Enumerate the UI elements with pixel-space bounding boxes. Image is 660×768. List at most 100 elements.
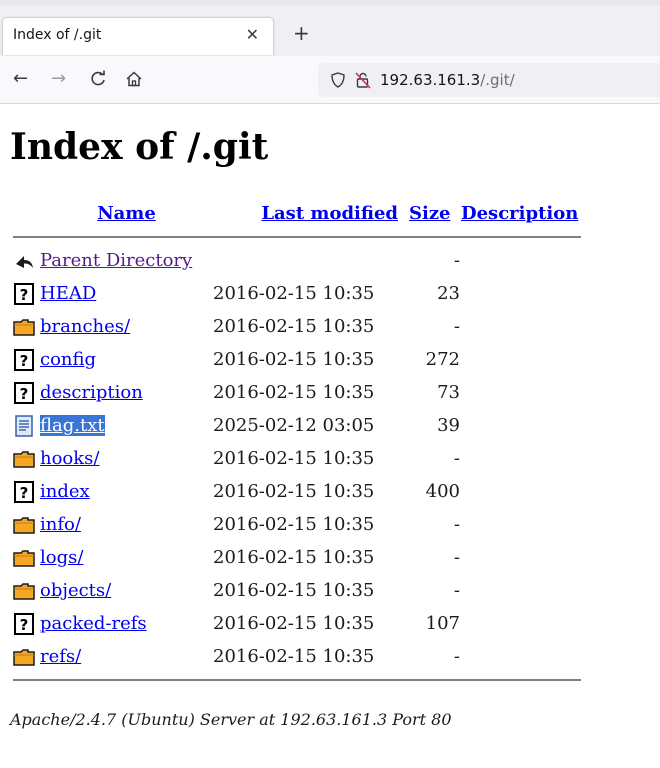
parent-directory-row: Parent Directory - [10, 244, 591, 277]
date-cell: 2016-02-15 10:35 [213, 316, 375, 337]
date-cell: 2016-02-15 10:35 [213, 349, 375, 370]
name-cell: index [40, 475, 213, 508]
tab-index-of-git[interactable]: Index of /.git ✕ [2, 17, 274, 55]
date-cell: 2016-02-15 10:35 [213, 580, 375, 601]
tab-title: Index of /.git [13, 27, 102, 43]
svg-text:?: ? [20, 385, 29, 403]
sort-by-size-link[interactable]: Size [409, 203, 451, 224]
date-cell: 2016-02-15 10:35 [213, 382, 375, 403]
directory-listing: Name Last modified Size Description Pare… [10, 196, 591, 687]
shield-icon[interactable] [330, 72, 346, 88]
folder-icon [13, 514, 35, 536]
icon-cell [10, 541, 40, 574]
icon-cell: ? [10, 475, 40, 508]
description-cell [461, 376, 591, 409]
icon-cell [10, 508, 40, 541]
size-header: Size [405, 196, 461, 230]
parent-directory-link[interactable]: Parent Directory [40, 250, 192, 271]
table-row: ? packed-refs 2016-02-15 10:35 107 [10, 607, 591, 640]
server-signature: Apache/2.4.7 (Ubuntu) Server at 192.63.1… [10, 710, 452, 729]
description-cell [461, 343, 591, 376]
file-link[interactable]: branches/ [40, 316, 130, 337]
sort-by-name-link[interactable]: Name [97, 203, 156, 224]
size-cell: - [453, 316, 460, 337]
name-cell: hooks/ [40, 442, 213, 475]
name-cell: branches/ [40, 310, 213, 343]
file-link[interactable]: config [40, 349, 96, 370]
svg-text:?: ? [20, 286, 29, 304]
svg-text:?: ? [20, 352, 29, 370]
icon-cell: ? [10, 343, 40, 376]
date-cell: 2016-02-15 10:35 [213, 283, 375, 304]
file-link[interactable]: info/ [40, 514, 81, 535]
arrow-left-icon[interactable]: ← [13, 67, 28, 91]
table-row: hooks/2016-02-15 10:35 - [10, 442, 591, 475]
tab-bar: Index of /.git ✕ + [0, 6, 660, 56]
name-cell: description [40, 376, 213, 409]
text-file-icon [13, 414, 35, 437]
listing-table: Name Last modified Size Description Pare… [10, 196, 591, 687]
icon-cell: ? [10, 607, 40, 640]
description-cell [461, 442, 591, 475]
url-text[interactable]: 192.63.161.3/.git/ [380, 71, 515, 89]
size-cell: 23 [437, 283, 460, 304]
folder-icon [13, 580, 35, 602]
file-link[interactable]: description [40, 382, 143, 403]
table-row: branches/2016-02-15 10:35 - [10, 310, 591, 343]
file-link[interactable]: HEAD [40, 283, 96, 304]
size-cell: 272 [425, 349, 460, 370]
size-cell: - [453, 547, 460, 568]
sort-by-modified-link[interactable]: Last modified [261, 203, 398, 224]
file-link[interactable]: packed-refs [40, 613, 147, 634]
file-link[interactable]: hooks/ [40, 448, 99, 469]
description-cell [461, 607, 591, 640]
size-cell: - [453, 580, 460, 601]
header-row: Name Last modified Size Description [10, 196, 591, 230]
date-cell: 2016-02-15 10:35 [213, 481, 375, 502]
icon-cell: ? [10, 376, 40, 409]
description-header: Description [461, 196, 591, 230]
table-row: logs/2016-02-15 10:35 - [10, 541, 591, 574]
reload-icon[interactable] [89, 67, 107, 91]
file-link[interactable]: logs/ [40, 547, 83, 568]
divider [13, 236, 581, 238]
icon-cell [10, 409, 40, 442]
file-link[interactable]: flag.txt [40, 415, 105, 436]
arrow-right-icon[interactable]: → [51, 67, 66, 91]
size-cell: 107 [425, 613, 460, 634]
home-icon[interactable] [125, 67, 143, 91]
sort-by-description-link[interactable]: Description [461, 203, 578, 224]
back-arrow-icon [16, 255, 33, 268]
date-cell: 2025-02-12 03:05 [213, 415, 375, 436]
name-cell: info/ [40, 508, 213, 541]
file-link[interactable]: objects/ [40, 580, 111, 601]
separator-row [10, 230, 591, 244]
name-header: Name [40, 196, 213, 230]
name-cell: objects/ [40, 574, 213, 607]
name-cell: HEAD [40, 277, 213, 310]
file-link[interactable]: refs/ [40, 646, 81, 667]
icon-cell [10, 442, 40, 475]
folder-icon [13, 316, 35, 338]
size-cell: - [453, 646, 460, 667]
folder-icon [13, 646, 35, 668]
close-icon[interactable]: ✕ [246, 25, 259, 44]
description-cell [461, 244, 591, 277]
plus-icon[interactable]: + [293, 23, 310, 43]
icon-cell: ? [10, 277, 40, 310]
table-row: objects/2016-02-15 10:35 - [10, 574, 591, 607]
insecure-lock-icon[interactable] [354, 71, 372, 89]
separator-row [10, 673, 591, 687]
size-cell: 400 [425, 481, 460, 502]
icon-header [10, 196, 40, 230]
description-cell [461, 574, 591, 607]
size-cell: 39 [437, 415, 460, 436]
unknown-file-icon: ? [13, 381, 35, 404]
url-bar[interactable]: 192.63.161.3/.git/ [318, 63, 660, 97]
table-row: info/2016-02-15 10:35 - [10, 508, 591, 541]
unknown-file-icon: ? [13, 480, 35, 503]
size-cell: - [453, 514, 460, 535]
description-cell [461, 310, 591, 343]
description-cell [461, 409, 591, 442]
file-link[interactable]: index [40, 481, 90, 502]
